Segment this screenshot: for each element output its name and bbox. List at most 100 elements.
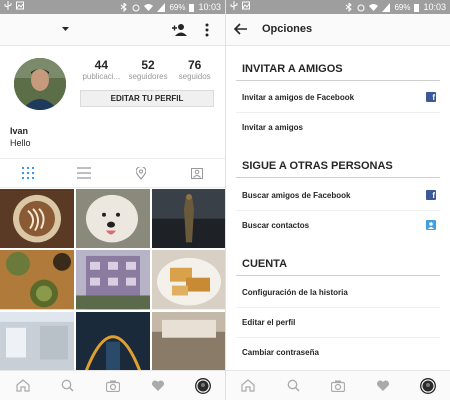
photo-tile[interactable] bbox=[0, 189, 74, 249]
option-label: Configuración de la historia bbox=[242, 287, 348, 297]
search-icon bbox=[61, 379, 74, 392]
more-options-icon[interactable] bbox=[204, 22, 210, 38]
options-screen: 69% 10:03 Opciones INVITAR A AMIGOS Invi… bbox=[226, 0, 450, 400]
usb-icon bbox=[4, 1, 12, 10]
profile-tabs bbox=[0, 158, 225, 188]
nav-search[interactable] bbox=[45, 371, 90, 400]
tab-location[interactable] bbox=[113, 159, 169, 187]
statue-photo bbox=[152, 189, 225, 249]
photo-tile[interactable] bbox=[152, 311, 225, 371]
nav-home[interactable] bbox=[0, 371, 45, 400]
image-notification-icon bbox=[16, 1, 24, 10]
night-photo bbox=[76, 311, 150, 371]
following-stat[interactable]: 76 seguidos bbox=[171, 58, 218, 81]
street-photo bbox=[0, 311, 74, 371]
add-person-icon[interactable] bbox=[172, 22, 188, 38]
profile-icon bbox=[419, 377, 436, 394]
latte-art-photo bbox=[0, 189, 74, 249]
facebook-icon: f bbox=[426, 92, 436, 102]
nav-home[interactable] bbox=[226, 371, 271, 400]
battery-percent: 69% bbox=[394, 2, 411, 12]
clock: 10:03 bbox=[423, 2, 446, 12]
tab-grid[interactable] bbox=[0, 159, 56, 187]
battery-percent: 69% bbox=[169, 2, 186, 12]
building-photo bbox=[76, 250, 150, 310]
photo-tile[interactable] bbox=[0, 250, 74, 310]
alarm-icon bbox=[357, 4, 365, 11]
nav-activity[interactable] bbox=[135, 371, 180, 400]
profile-icon bbox=[194, 377, 211, 394]
followers-stat[interactable]: 52 seguidores bbox=[125, 58, 172, 81]
tab-tagged[interactable] bbox=[169, 159, 225, 187]
photo-tile[interactable] bbox=[0, 311, 74, 371]
nav-activity[interactable] bbox=[360, 371, 405, 400]
page-title: Opciones bbox=[262, 23, 313, 35]
account-dropdown-icon[interactable] bbox=[62, 27, 69, 32]
option-label: Invitar a amigos de Facebook bbox=[242, 92, 355, 102]
photo-grid bbox=[0, 189, 225, 371]
option-label: Buscar amigos de Facebook bbox=[242, 190, 351, 200]
dog-photo bbox=[76, 189, 150, 249]
photo-tile[interactable] bbox=[76, 189, 150, 249]
pastry-photo bbox=[152, 250, 225, 310]
option-label: Editar el perfil bbox=[242, 317, 296, 327]
signal-icon bbox=[157, 2, 166, 12]
heart-icon bbox=[151, 379, 164, 391]
bio: Hello bbox=[10, 138, 31, 148]
options-top-bar: Opciones bbox=[226, 14, 450, 46]
option-find-contacts[interactable]: Buscar contactos bbox=[242, 210, 436, 240]
usb-icon bbox=[230, 1, 238, 10]
option-label: Buscar contactos bbox=[242, 220, 310, 230]
edit-profile-button[interactable]: EDITAR TU PERFIL bbox=[80, 90, 214, 107]
status-bar: 69% 10:03 bbox=[0, 0, 225, 14]
photo-tile[interactable] bbox=[152, 250, 225, 310]
photo-tile[interactable] bbox=[76, 311, 150, 371]
clock: 10:03 bbox=[198, 2, 221, 12]
username: Ivan bbox=[10, 126, 29, 136]
option-invite-facebook[interactable]: Invitar a amigos de Facebook f bbox=[242, 82, 436, 112]
facebook-icon: f bbox=[426, 190, 436, 200]
option-label: Invitar a amigos bbox=[242, 122, 303, 132]
image-notification-icon bbox=[242, 1, 250, 10]
divider bbox=[236, 80, 440, 81]
tagged-person-icon bbox=[190, 168, 203, 179]
section-header-account: CUENTA bbox=[242, 258, 288, 270]
option-change-password[interactable]: Cambiar contraseña bbox=[242, 337, 436, 367]
nav-profile[interactable] bbox=[405, 371, 450, 400]
alarm-icon bbox=[132, 4, 140, 11]
posts-label: publicaci... bbox=[82, 72, 121, 81]
heart-icon bbox=[376, 379, 389, 391]
battery-icon bbox=[414, 3, 420, 12]
option-edit-profile[interactable]: Editar el perfil bbox=[242, 307, 436, 337]
contacts-icon bbox=[426, 220, 436, 230]
following-label: seguidos bbox=[178, 72, 211, 81]
option-find-facebook-friends[interactable]: Buscar amigos de Facebook f bbox=[242, 180, 436, 210]
back-arrow-icon[interactable] bbox=[234, 23, 248, 35]
avatar[interactable] bbox=[14, 58, 66, 110]
divider bbox=[236, 177, 440, 178]
nav-profile[interactable] bbox=[180, 371, 225, 400]
status-bar: 69% 10:03 bbox=[226, 0, 450, 14]
section-header-follow: SIGUE A OTRAS PERSONAS bbox=[242, 160, 393, 172]
signal-icon bbox=[382, 2, 391, 12]
interior-photo bbox=[152, 311, 225, 371]
bottom-nav bbox=[0, 370, 225, 400]
wifi-icon bbox=[144, 3, 154, 11]
photo-tile[interactable] bbox=[76, 250, 150, 310]
posts-count: 44 bbox=[94, 58, 109, 72]
posts-stat[interactable]: 44 publicaci... bbox=[78, 58, 125, 81]
nav-camera[interactable] bbox=[90, 371, 135, 400]
nav-search[interactable] bbox=[271, 371, 316, 400]
option-invite-friends[interactable]: Invitar a amigos bbox=[242, 112, 436, 142]
home-icon bbox=[15, 379, 30, 392]
nav-camera[interactable] bbox=[316, 371, 361, 400]
profile-screen: 69% 10:03 44 publicaci... 52 seguidores bbox=[0, 0, 226, 400]
divider bbox=[236, 275, 440, 276]
tab-list[interactable] bbox=[56, 159, 112, 187]
camera-icon bbox=[105, 380, 120, 392]
option-story-settings[interactable]: Configuración de la historia bbox=[242, 277, 436, 307]
photo-tile[interactable] bbox=[152, 189, 225, 249]
grid-view-icon bbox=[22, 167, 35, 179]
followers-label: seguidores bbox=[128, 72, 168, 81]
bottom-nav bbox=[226, 370, 450, 400]
